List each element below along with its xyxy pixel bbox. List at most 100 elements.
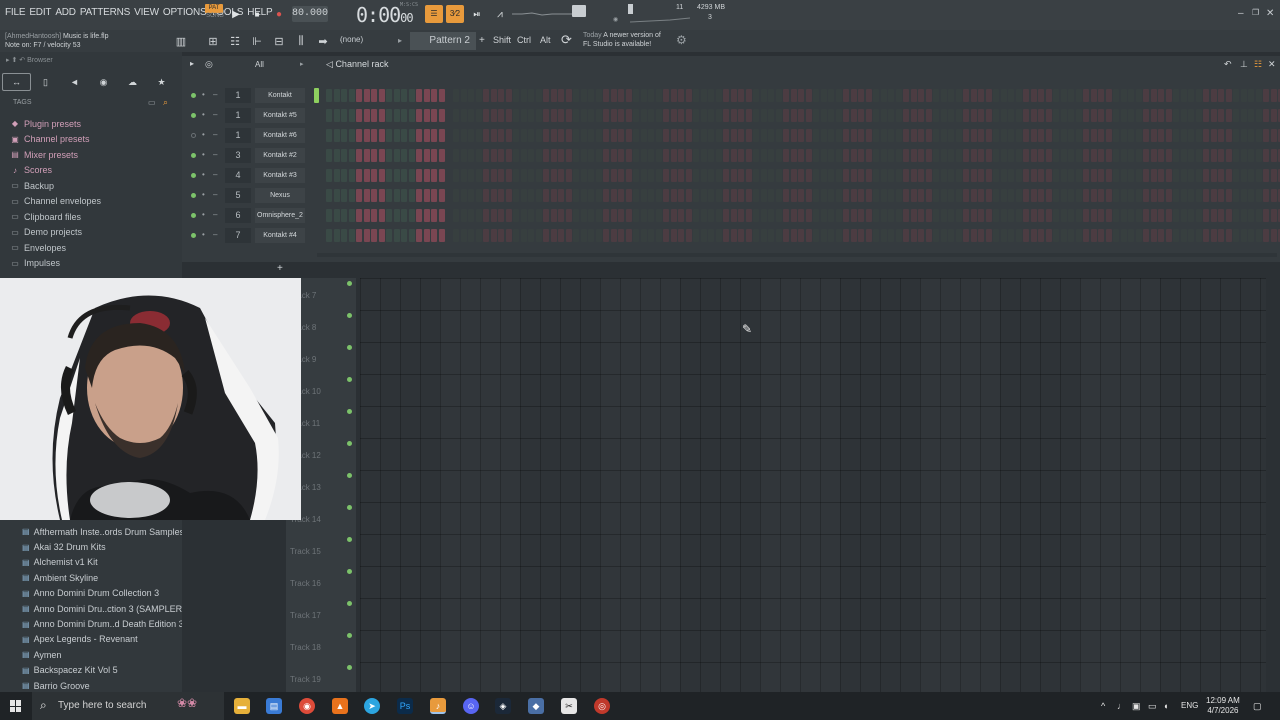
track-mute-led[interactable] — [347, 505, 352, 510]
channel-volume-knob[interactable]: – — [213, 170, 217, 179]
news-panel[interactable]: Today A newer version of FL Studio is av… — [583, 31, 661, 49]
browser-item[interactable]: ▣ Channel presets — [10, 132, 101, 148]
track-mute-led[interactable] — [347, 441, 352, 446]
display-icon[interactable]: ▭ — [1148, 701, 1157, 712]
steam-icon[interactable]: ◈ — [495, 698, 511, 714]
alt-key[interactable]: Alt — [540, 35, 551, 45]
pack-item[interactable]: ▤ Anno Domini Drum..d Death Edition 3 — [22, 616, 185, 631]
rack-close-icon[interactable]: ✕ — [1268, 59, 1276, 70]
track-label[interactable]: Track 19 — [290, 675, 330, 684]
ctrl-key[interactable]: Ctrl — [517, 35, 531, 45]
filter-dropdown-icon[interactable]: ▸ — [300, 60, 304, 68]
channel-volume-knob[interactable]: – — [213, 210, 217, 219]
browser-item[interactable]: ▭ Backup — [10, 178, 101, 194]
channel-name-button[interactable]: Nexus — [255, 188, 305, 203]
step-sequencer[interactable] — [326, 169, 1280, 183]
tab-favorites[interactable]: ★ — [147, 73, 176, 91]
channel-rack-icon[interactable]: ⊩ — [249, 34, 265, 48]
folder-view-icon[interactable]: ▭ — [148, 98, 156, 107]
track-label[interactable]: Track 18 — [290, 643, 330, 652]
tab-plugin-db[interactable]: ◄ — [60, 73, 89, 91]
rack-swing-icon[interactable]: ◎ — [205, 59, 213, 70]
rack-arrow-icon[interactable]: ▸ — [190, 59, 194, 68]
master-pitch-wave[interactable] — [512, 8, 572, 20]
step-sequencer[interactable] — [326, 89, 1280, 103]
language-indicator[interactable]: ENG — [1181, 701, 1198, 710]
channel-mixer-track[interactable]: 5 — [225, 188, 251, 203]
rack-menu-icon[interactable]: ☷ — [1254, 59, 1262, 70]
pack-item[interactable]: ▤ Anno Domini Drum Collection 3 — [22, 586, 185, 601]
step-sequencer[interactable] — [326, 189, 1280, 203]
fl-studio-icon[interactable]: ♪ — [430, 698, 446, 714]
track-mute-led[interactable] — [347, 409, 352, 414]
channel-name-button[interactable]: Kontakt #3 — [255, 168, 305, 183]
plugin-picker-icon[interactable]: ⫼ — [293, 34, 309, 48]
tray-chevron-icon[interactable]: ^ — [1101, 701, 1105, 711]
browser-item[interactable]: ♪ Scores — [10, 163, 101, 179]
search-icon[interactable]: ⌕ — [163, 97, 168, 108]
channel-mute-led[interactable] — [191, 133, 196, 138]
channel-volume-knob[interactable]: – — [213, 110, 217, 119]
channel-pan-knob[interactable]: • — [202, 230, 205, 239]
countdown-button[interactable]: 3⁄2 — [446, 5, 464, 23]
obs-icon[interactable]: ◎ — [594, 698, 610, 714]
channel-name-button[interactable]: Kontakt #4 — [255, 228, 305, 243]
channel-mixer-track[interactable]: 6 — [225, 208, 251, 223]
discord-icon[interactable]: ☺ — [463, 698, 479, 714]
arrow-right-icon[interactable]: ➡ — [315, 34, 331, 48]
channel-mute-led[interactable] — [191, 213, 196, 218]
channel-mixer-track[interactable]: 1 — [225, 128, 251, 143]
snap-icon[interactable]: ▥ — [173, 34, 189, 48]
browser-item[interactable]: ▭ Impulses — [10, 256, 101, 272]
pattern-selector[interactable]: Pattern 2 — [410, 32, 476, 50]
playlist-grid[interactable] — [360, 278, 1266, 692]
track-mute-led[interactable] — [347, 537, 352, 542]
time-display[interactable]: 0:0000 M:S:CS — [356, 2, 418, 27]
channel-volume-knob[interactable]: – — [213, 90, 217, 99]
channel-pan-knob[interactable]: • — [202, 150, 205, 159]
rack-scrollbar[interactable] — [317, 253, 1277, 257]
pack-item[interactable]: ▤ Aymen — [22, 647, 185, 662]
track-mute-led[interactable] — [347, 633, 352, 638]
browser-item[interactable]: ▭ Demo projects — [10, 225, 101, 241]
channel-pan-knob[interactable]: • — [202, 170, 205, 179]
meet-now-icon[interactable]: ▣ — [1132, 701, 1141, 712]
track-label[interactable]: Track 15 — [290, 547, 330, 556]
track-mute-led[interactable] — [347, 601, 352, 606]
step-sequencer[interactable] — [326, 129, 1280, 143]
channel-mute-led[interactable] — [191, 153, 196, 158]
step-sequencer[interactable] — [326, 149, 1280, 163]
browser-item[interactable]: ◆ Plugin presets — [10, 116, 101, 132]
browser-item[interactable]: ▤ Mixer presets — [10, 147, 101, 163]
channel-mixer-track[interactable]: 7 — [225, 228, 251, 243]
channel-pan-knob[interactable]: • — [202, 130, 205, 139]
microphone-icon[interactable]: ♩ — [1117, 701, 1126, 711]
channel-name-button[interactable]: Kontakt #5 — [255, 108, 305, 123]
pat-song-toggle[interactable]: PAT SONG — [205, 4, 225, 24]
track-mute-led[interactable] — [347, 313, 352, 318]
telegram-icon[interactable]: ➤ — [364, 698, 380, 714]
tab-current-project[interactable]: ▯ — [31, 73, 60, 91]
pack-item[interactable]: ▤ Barrio Groove — [22, 678, 185, 693]
capcut-icon[interactable]: ✂ — [561, 698, 577, 714]
menu-add[interactable]: ADD — [55, 7, 80, 18]
menu-edit[interactable]: EDIT — [29, 7, 55, 18]
channel-pan-knob[interactable]: • — [202, 90, 205, 99]
step-sequencer[interactable] — [326, 209, 1280, 223]
mixer-icon[interactable]: ⊟ — [271, 34, 287, 48]
shift-key[interactable]: Shift — [493, 35, 511, 45]
channel-mute-led[interactable] — [191, 113, 196, 118]
pack-item[interactable]: ▤ Ambient Skyline — [22, 570, 185, 585]
tab-cloud[interactable]: ☁ — [118, 73, 147, 91]
add-pattern-icon[interactable]: + — [479, 35, 485, 46]
volume-icon[interactable]: ◖ — [1163, 701, 1168, 711]
master-volume-knob[interactable] — [572, 5, 586, 17]
pattern-none-label[interactable]: (none) — [340, 35, 363, 44]
graph-icon[interactable]: ⊥ — [1240, 59, 1248, 70]
channel-volume-knob[interactable]: – — [213, 230, 217, 239]
record-button[interactable]: ● — [272, 7, 286, 21]
track-mute-led[interactable] — [347, 281, 352, 286]
news-icon[interactable]: ⟳ — [561, 32, 572, 48]
channel-mute-led[interactable] — [191, 233, 196, 238]
pack-item[interactable]: ▤ Akai 32 Drum Kits — [22, 539, 185, 554]
